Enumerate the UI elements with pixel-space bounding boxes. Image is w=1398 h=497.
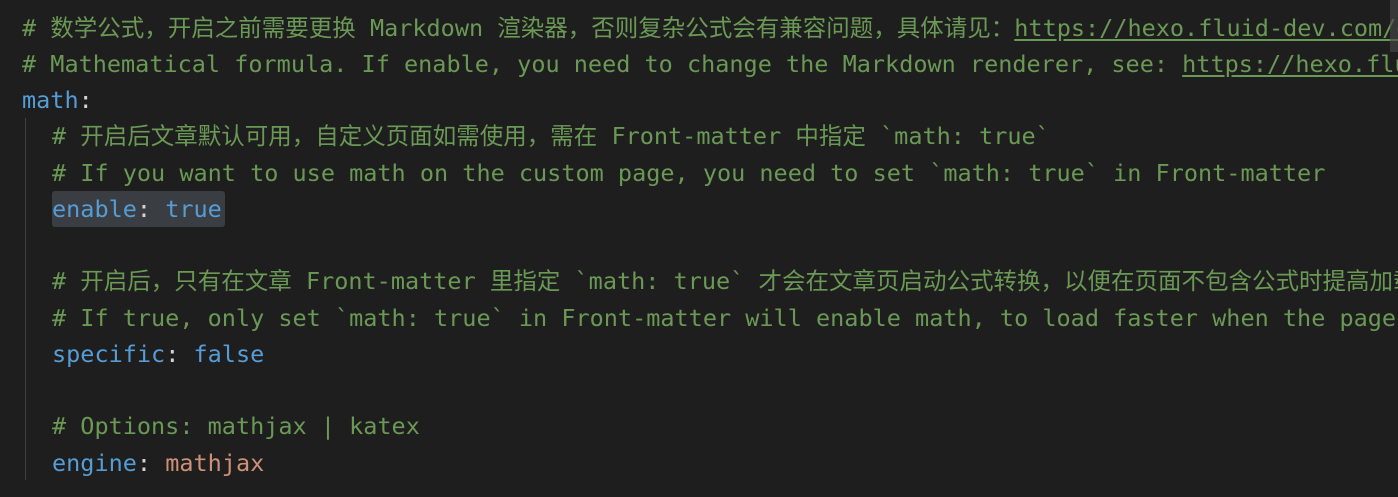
- indent-guide: [25, 118, 26, 480]
- code-line-10[interactable]: specific: false: [52, 336, 264, 372]
- yaml-key: engine: [52, 449, 137, 477]
- comment-text: # 开启后文章默认可用，自定义页面如需使用，需在 Front-matter 中指…: [52, 122, 1050, 150]
- code-line-13[interactable]: engine: mathjax: [52, 445, 264, 481]
- code-line-3[interactable]: math:: [22, 82, 93, 118]
- code-line-6[interactable]: enable: true: [52, 191, 222, 227]
- yaml-value: true: [165, 195, 222, 223]
- comment-text: # Options: mathjax | katex: [52, 412, 420, 440]
- yaml-key: math: [22, 86, 79, 114]
- comment-text: # If true, only set `math: true` in Fron…: [52, 304, 1397, 332]
- code-line-5[interactable]: # If you want to use math on the custom …: [52, 155, 1325, 191]
- yaml-colon: :: [78, 86, 93, 114]
- yaml-key: enable: [52, 195, 137, 223]
- code-line-1[interactable]: # 数学公式，开启之前需要更换 Markdown 渲染器，否则复杂公式会有兼容问…: [22, 10, 1398, 46]
- code-line-12[interactable]: # Options: mathjax | katex: [52, 408, 420, 444]
- yaml-value: false: [193, 340, 265, 368]
- comment-text: # 数学公式，开启之前需要更换 Markdown 渲染器，否则复杂公式会有兼容问…: [22, 14, 1015, 42]
- yaml-value: mathjax: [165, 449, 265, 477]
- comment-text: # Mathematical formula. If enable, you n…: [22, 50, 1183, 78]
- docs-link[interactable]: https://hexo.fluid-dev.com/docs/en/guide…: [1182, 50, 1398, 78]
- yaml-colon: :: [165, 340, 180, 368]
- comment-text: # If you want to use math on the custom …: [52, 159, 1326, 187]
- code-line-9[interactable]: # If true, only set `math: true` in Fron…: [52, 300, 1398, 336]
- code-line-8[interactable]: # 开启后，只有在文章 Front-matter 里指定 `math: true…: [52, 263, 1398, 299]
- comment-text: # 开启后，只有在文章 Front-matter 里指定 `math: true…: [52, 267, 1398, 295]
- code-line-2[interactable]: # Mathematical formula. If enable, you n…: [22, 46, 1398, 82]
- vertical-scrollbar[interactable]: [1384, 0, 1398, 497]
- docs-link[interactable]: https://hexo.fluid-dev.com/docs/guide/##…: [1014, 14, 1398, 42]
- code-editor[interactable]: # 数学公式，开启之前需要更换 Markdown 渲染器，否则复杂公式会有兼容问…: [0, 0, 1398, 497]
- yaml-colon: :: [136, 449, 152, 477]
- yaml-colon: :: [136, 195, 152, 223]
- code-line-4[interactable]: # 开启后文章默认可用，自定义页面如需使用，需在 Front-matter 中指…: [52, 118, 1050, 154]
- scrollbar-thumb[interactable]: [1390, 0, 1398, 52]
- yaml-key: specific: [52, 340, 166, 368]
- whitespace-marker: [151, 195, 165, 223]
